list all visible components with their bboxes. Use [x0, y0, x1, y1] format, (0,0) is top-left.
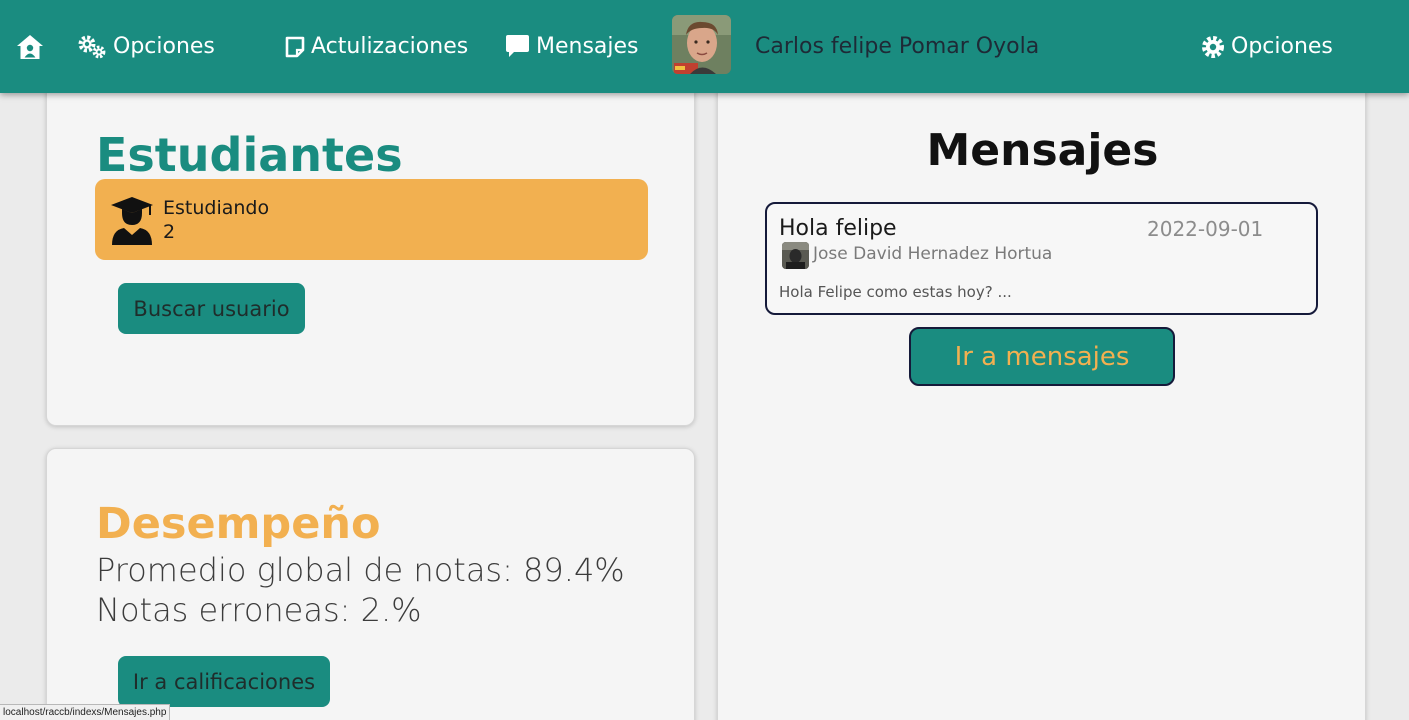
user-name: Carlos felipe Pomar Oyola	[755, 34, 1040, 59]
user-avatar[interactable]	[672, 15, 731, 74]
message-date: 2022-09-01	[1147, 217, 1264, 241]
nav-mensajes-label: Mensajes	[536, 34, 639, 59]
messages-card: Mensajes Hola felipe 2022-09-01 Jose Dav…	[717, 70, 1366, 720]
browser-status-bar: localhost/raccb/indexs/Mensajes.php	[0, 704, 171, 720]
go-to-messages-button[interactable]: Ir a mensajes	[909, 327, 1175, 386]
go-to-grades-button[interactable]: Ir a calificaciones	[118, 656, 330, 707]
nav-mensajes-button[interactable]: Mensajes	[505, 0, 639, 93]
home-icon	[17, 34, 43, 59]
message-sender: Jose David Hernadez Hortua	[813, 244, 1053, 264]
students-title: Estudiantes	[96, 128, 403, 182]
message-subject: Hola felipe	[779, 216, 897, 241]
gears-icon	[78, 35, 106, 58]
average-grade-text: Promedio global de notas: 89.4%	[96, 551, 625, 589]
students-stat-box: Estudiando 2	[95, 179, 648, 260]
note-icon	[285, 36, 305, 57]
students-stat-count: 2	[163, 221, 176, 243]
messages-title: Mensajes	[926, 125, 1159, 176]
error-grades-text: Notas erroneas: 2.%	[96, 591, 422, 629]
search-user-button[interactable]: Buscar usuario	[118, 283, 305, 334]
nav-opciones-label: Opciones	[113, 34, 215, 59]
nav-opciones-right-button[interactable]: Opciones	[1201, 0, 1333, 93]
sender-avatar	[782, 242, 809, 269]
nav-actualizaciones-label: Actulizaciones	[311, 34, 469, 59]
graduate-icon	[111, 197, 153, 245]
top-navbar: Opciones Actulizaciones Mensajes Carlos …	[0, 0, 1409, 93]
nav-opciones-right-label: Opciones	[1231, 34, 1333, 59]
students-card: Estudiantes Estudiando 2 Buscar usuario	[46, 70, 695, 426]
students-stat-label: Estudiando	[163, 197, 270, 219]
message-item[interactable]: Hola felipe 2022-09-01 Jose David Hernad…	[765, 202, 1318, 315]
performance-title: Desempeño	[96, 499, 381, 549]
gear-icon	[1202, 35, 1224, 58]
nav-opciones-button[interactable]: Opciones	[77, 0, 215, 93]
nav-actualizaciones-button[interactable]: Actulizaciones	[285, 0, 468, 93]
message-preview: Hola Felipe como estas hoy? ...	[779, 283, 1012, 301]
nav-home-button[interactable]	[16, 0, 44, 93]
performance-card: Desempeño Promedio global de notas: 89.4…	[46, 448, 695, 720]
message-icon	[506, 35, 529, 57]
